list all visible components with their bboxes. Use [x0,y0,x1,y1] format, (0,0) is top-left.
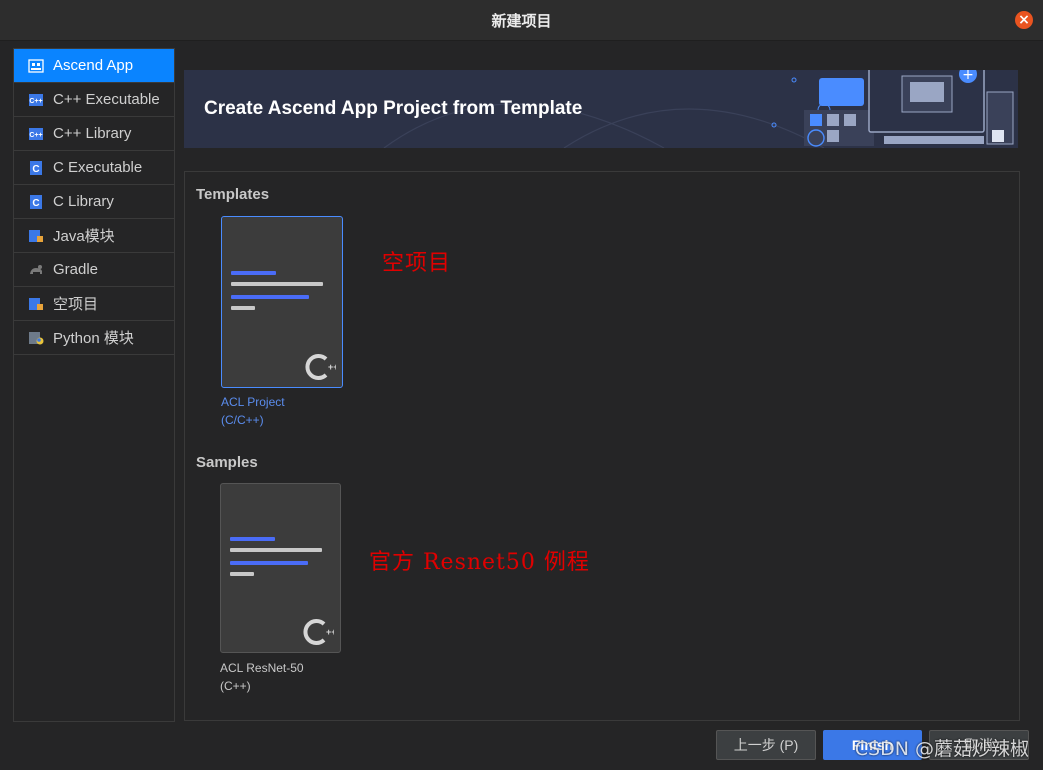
svg-text:+: + [962,70,974,83]
python-module-icon [28,330,44,346]
sample-card-acl-resnet50[interactable]: ++ [220,483,341,653]
cpp-logo-icon: ++ [305,354,336,380]
sample-card-name[interactable]: ACL ResNet-50 (C++) [220,659,304,695]
sidebar-item-label: Java模块 [53,228,115,245]
samples-label: Samples [196,454,258,471]
card-name-line: (C/C++) [221,413,264,427]
sidebar-item-cpp-executable[interactable]: C++ C++ Executable [14,83,174,117]
card-name-line: (C++) [220,679,251,693]
sidebar-item-label: C++ Library [53,125,132,142]
card-name-line: ACL Project [221,395,285,409]
template-banner: + Create Ascend App Project from Templat… [184,70,1018,148]
cpp-library-icon: C++ [28,126,44,142]
card-decoration [230,537,275,541]
cpp-logo-icon: ++ [303,619,334,645]
card-decoration [231,282,323,286]
svg-text:++: ++ [326,627,334,637]
card-decoration [231,306,255,310]
template-card-acl-project[interactable]: ++ [221,216,343,388]
c-executable-icon: C [28,160,44,176]
title-bar: 新建项目 × [0,0,1043,41]
card-decoration [231,271,276,275]
empty-project-icon [28,296,44,312]
sidebar-item-label: C Library [53,193,114,210]
c-library-icon: C [28,194,44,210]
annotation-empty-project: 空项目 [382,251,452,276]
svg-text:C: C [32,198,39,209]
gradle-icon [28,262,44,278]
svg-text:C: C [32,164,39,175]
annotation-resnet-sample: 官方 Resnet50 例程 [369,550,590,575]
sidebar-item-cpp-library[interactable]: C++ C++ Library [14,117,174,151]
svg-text:++: ++ [328,362,336,372]
sidebar-item-label: C++ Executable [53,91,160,108]
template-card-name[interactable]: ACL Project (C/C++) [221,393,285,429]
java-module-icon [28,228,44,244]
sidebar-item-gradle[interactable]: Gradle [14,253,174,287]
sidebar-item-label: Ascend App [53,57,134,74]
sidebar-item-c-executable[interactable]: C C Executable [14,151,174,185]
sidebar-item-label: 空项目 [53,296,99,313]
sidebar-item-empty-project[interactable]: 空项目 [14,287,174,321]
card-decoration [230,572,254,576]
svg-text:C++: C++ [29,132,42,139]
project-type-sidebar: Ascend App C++ C++ Executable C++ C++ Li… [13,48,175,722]
sidebar-item-label: Gradle [53,261,99,278]
window-title: 新建项目 [491,12,552,30]
close-icon[interactable]: × [1015,11,1033,29]
previous-button[interactable]: 上一步 (P) [716,730,816,760]
templates-label: Templates [196,186,270,203]
csdn-watermark: CSDN @蘑菇炒辣椒 [854,738,1029,760]
sidebar-item-label: C Executable [53,159,143,176]
cpp-executable-icon: C++ [28,92,44,108]
sidebar-item-python-module[interactable]: Python 模块 [14,321,174,355]
card-name-line: ACL ResNet-50 [220,661,304,675]
sidebar-item-label: Python 模块 [53,330,134,347]
sidebar-item-ascend-app[interactable]: Ascend App [14,49,174,83]
main-panel: + Create Ascend App Project from Templat… [184,48,1020,721]
sidebar-item-java-module[interactable]: Java模块 [14,219,174,253]
svg-text:C++: C++ [29,98,42,105]
templates-content: Templates ++ ACL Project (C/C++) 空项目 Sam… [184,171,1020,721]
card-decoration [230,548,322,552]
ascend-app-icon [28,58,44,74]
banner-title: Create Ascend App Project from Template [204,98,583,119]
sidebar-item-c-library[interactable]: C C Library [14,185,174,219]
card-decoration [230,561,308,565]
card-decoration [231,295,309,299]
